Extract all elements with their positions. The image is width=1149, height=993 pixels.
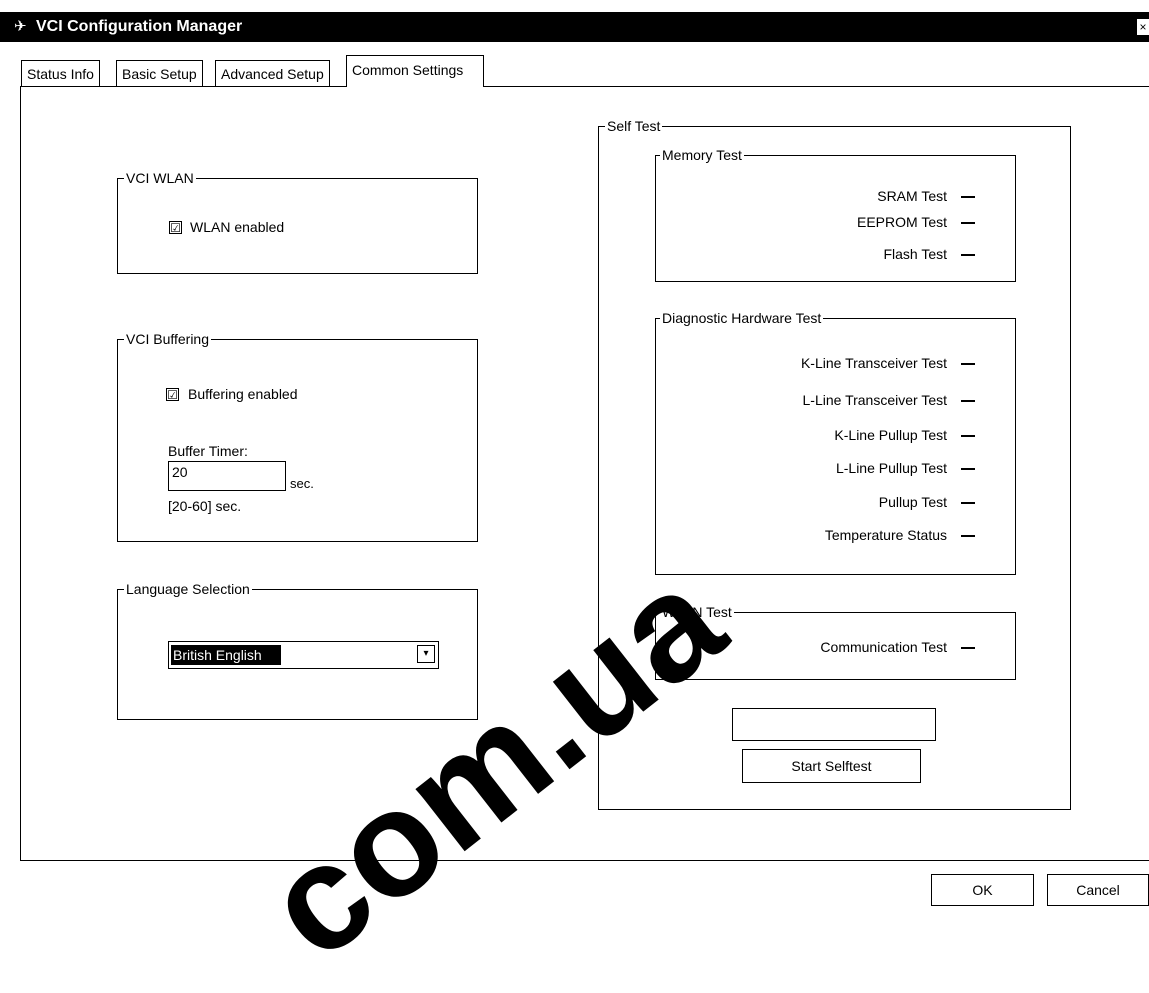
panel-border	[20, 860, 1149, 861]
flash-test-label: Flash Test	[883, 246, 947, 262]
kline-pullup-label: K-Line Pullup Test	[834, 427, 947, 443]
temperature-status-indicator	[961, 535, 975, 537]
wlan-group: VCI WLAN ☑ WLAN enabled	[117, 168, 478, 274]
tab-status-info[interactable]: Status Info	[21, 60, 100, 86]
window-title: VCI Configuration Manager	[36, 18, 243, 35]
buffer-timer-range: [20-60] sec.	[168, 498, 242, 514]
pullup-test-label: Pullup Test	[878, 494, 947, 510]
buffering-enabled-checkbox[interactable]: ☑	[166, 388, 179, 401]
buffer-timer-label: Buffer Timer:	[168, 443, 248, 459]
buffer-timer-input[interactable]: 20	[168, 461, 286, 491]
flash-test-status	[961, 254, 975, 256]
language-selected-value: British English	[171, 645, 281, 665]
pullup-test-status	[961, 502, 975, 504]
close-icon[interactable]: ×	[1137, 19, 1149, 35]
lline-transceiver-label: L-Line Transceiver Test	[802, 392, 947, 408]
tab-divider	[20, 86, 1149, 87]
sram-test-status	[961, 196, 975, 198]
title-bar: ✈ VCI Configuration Manager ×	[0, 12, 1149, 42]
tab-common-settings[interactable]: Common Settings	[346, 55, 484, 87]
eeprom-test-label: EEPROM Test	[857, 214, 947, 230]
buffering-group: VCI Buffering ☑ Buffering enabled Buffer…	[117, 329, 478, 542]
hardware-test-group: Diagnostic Hardware Test K-Line Transcei…	[655, 308, 1016, 575]
panel-border	[20, 86, 21, 861]
communication-test-label: Communication Test	[820, 639, 947, 655]
sram-test-label: SRAM Test	[877, 188, 947, 204]
wlan-group-legend: VCI WLAN	[124, 168, 196, 188]
memory-test-legend: Memory Test	[660, 145, 744, 165]
wlan-enabled-label: WLAN enabled	[190, 219, 285, 235]
ok-button[interactable]: OK	[931, 874, 1034, 906]
language-group: Language Selection British English ▾	[117, 579, 478, 720]
wlan-enabled-checkbox[interactable]: ☑	[169, 221, 182, 234]
wlan-test-legend: WLAN Test	[660, 602, 734, 622]
kline-transceiver-status	[961, 363, 975, 365]
buffering-enabled-label: Buffering enabled	[188, 386, 298, 402]
wlan-test-group: WLAN Test Communication Test	[655, 602, 1016, 680]
app-logo-icon: ✈	[14, 18, 27, 35]
hardware-test-legend: Diagnostic Hardware Test	[660, 308, 824, 328]
cancel-button[interactable]: Cancel	[1047, 874, 1149, 906]
lline-transceiver-status	[961, 400, 975, 402]
eeprom-test-status	[961, 222, 975, 224]
chevron-down-icon[interactable]: ▾	[417, 645, 435, 663]
buffer-timer-unit: sec.	[290, 476, 314, 491]
tab-advanced-setup[interactable]: Advanced Setup	[215, 60, 330, 86]
language-select[interactable]: British English ▾	[168, 641, 439, 669]
language-group-legend: Language Selection	[124, 579, 252, 599]
lline-pullup-status	[961, 468, 975, 470]
kline-transceiver-label: K-Line Transceiver Test	[800, 355, 947, 371]
tab-basic-setup[interactable]: Basic Setup	[116, 60, 203, 86]
communication-test-status	[961, 647, 975, 649]
buffering-group-legend: VCI Buffering	[124, 329, 212, 349]
selftest-status-field	[732, 708, 936, 741]
self-test-group: Self Test Memory Test SRAM Test EEPROM T…	[598, 116, 1071, 810]
self-test-legend: Self Test	[605, 116, 663, 136]
memory-test-group: Memory Test SRAM Test EEPROM Test Flash …	[655, 145, 1016, 282]
lline-pullup-label: L-Line Pullup Test	[835, 460, 947, 476]
temperature-status-label: Temperature Status	[824, 527, 947, 543]
start-selftest-button[interactable]: Start Selftest	[742, 749, 921, 783]
kline-pullup-status	[961, 435, 975, 437]
